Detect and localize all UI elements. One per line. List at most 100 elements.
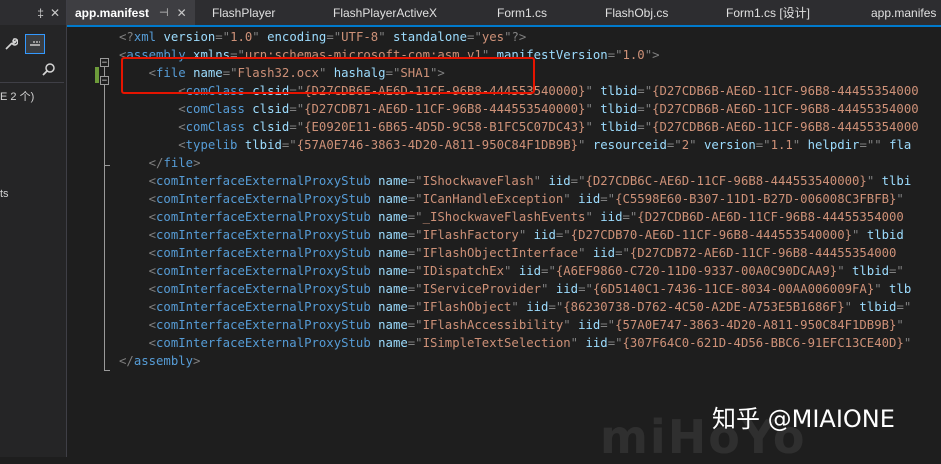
code-line[interactable]: <comInterfaceExternalProxyStub name="IFl… (119, 316, 911, 334)
code-line[interactable]: <typelib tlbid="{57A0E746-3863-4D20-A811… (119, 136, 911, 154)
code-token: comInterfaceExternalProxyStub (156, 192, 371, 206)
pin-icon[interactable]: ⊣ (159, 6, 169, 19)
code-token: " (578, 246, 593, 260)
tab-app-manifest[interactable]: app.manifest ⊣ ✕ (67, 0, 195, 25)
code-token: =" (289, 120, 305, 134)
code-token: fla (889, 138, 912, 152)
code-token: resourceid (592, 138, 667, 152)
tab-app-manifest-2[interactable]: app.manifes (871, 0, 936, 25)
code-token: 2 (681, 138, 690, 152)
collapse-icon[interactable]: − (100, 58, 109, 68)
code-line[interactable]: <comInterfaceExternalProxyStub name="ISi… (119, 334, 919, 352)
code-token: " (585, 210, 601, 224)
code-token: > (193, 354, 201, 368)
code-token: "> (644, 48, 660, 62)
code-token: {307F64C0-621D-4D56-BBC6-91EFC13CE40D} (622, 336, 904, 350)
code-token: UTF-8 (341, 30, 379, 44)
code-token: {E0920E11-6B65-4D5D-9C58-B1FC5C07DC43} (304, 120, 586, 134)
code-token: name (378, 336, 408, 350)
code-line[interactable]: <comInterfaceExternalProxyStub name="_IS… (119, 208, 904, 226)
code-token: =" (215, 30, 231, 44)
code-token: =" (607, 336, 623, 350)
solution-explorer-panel: ‡ ✕ E 2 个) ts (0, 0, 67, 457)
dash-toggle-icon[interactable] (25, 34, 45, 54)
code-token: comInterfaceExternalProxyStub (156, 246, 371, 260)
pin-icon[interactable]: ‡ (37, 6, 44, 20)
code-token: {6D5140C1-7436-11CE-8034-00AA006009FA} (592, 282, 875, 296)
code-token: IFlashAccessibility (422, 318, 564, 332)
tab-label: app.manifes (871, 5, 937, 20)
code-token: " (837, 264, 852, 278)
tab-label: FlashPlayerActiveX (333, 5, 438, 20)
code-line[interactable]: <comInterfaceExternalProxyStub name="IFl… (119, 226, 904, 244)
tab-flashobj-cs[interactable]: FlashObj.cs (605, 0, 668, 25)
panel-toolbar (2, 33, 46, 55)
code-token: <? (119, 30, 134, 44)
code-token: comInterfaceExternalProxyStub (156, 210, 371, 224)
code-token: name (378, 300, 408, 314)
tab-flashplayeractivex[interactable]: FlashPlayerActiveX (333, 0, 437, 25)
code-token: " (585, 120, 601, 134)
code-token: comInterfaceExternalProxyStub (156, 318, 371, 332)
tree-item-text[interactable]: E 2 个) (0, 88, 34, 104)
code-line[interactable]: <?xml version="1.0" encoding="UTF-8" sta… (119, 28, 526, 46)
code-line[interactable]: <comClass clsid="{E0920E11-6B65-4D5D-9C5… (119, 118, 919, 136)
code-token: " (585, 102, 601, 116)
code-token: =" (281, 138, 297, 152)
code-token: " (896, 192, 912, 206)
code-token: iid (548, 174, 571, 188)
code-line[interactable]: </file> (119, 154, 201, 172)
code-token: < (148, 246, 157, 260)
code-token: name (378, 318, 408, 332)
tab-label: FlashPlayer (212, 5, 276, 20)
tab-form1-cs[interactable]: Form1.cs (497, 0, 547, 25)
code-token: {D27CDB6D-AE6D-11CF-96B8-44455354000 (637, 210, 904, 224)
code-token: < (148, 192, 157, 206)
search-icon[interactable] (42, 62, 56, 80)
code-token: =" (600, 192, 616, 206)
code-line[interactable]: <comInterfaceExternalProxyStub name="IFl… (119, 298, 912, 316)
code-token: {D27CDB6B-AE6D-11CF-96B8-44455354000 (652, 120, 919, 134)
code-token: " (844, 300, 860, 314)
code-token: =" (859, 138, 875, 152)
code-line[interactable]: </assembly> (119, 352, 200, 370)
collapse-icon[interactable]: − (100, 76, 109, 86)
code-line[interactable]: <comInterfaceExternalProxyStub name="IDi… (119, 262, 904, 280)
tab-form1-designer[interactable]: Form1.cs [设计] (726, 0, 810, 25)
code-token: =" (637, 84, 653, 98)
tree-item-text[interactable]: ts (0, 188, 9, 200)
code-token: comInterfaceExternalProxyStub (156, 174, 371, 188)
change-indicator (95, 67, 99, 83)
code-token: version (163, 30, 216, 44)
wrench-icon[interactable] (2, 35, 20, 53)
code-token: =" (548, 300, 564, 314)
code-token: standalone (393, 30, 468, 44)
fold-guide (104, 85, 105, 160)
panel-search-box[interactable] (0, 60, 64, 83)
code-token: iid (533, 228, 556, 242)
code-token: 1.1 (770, 138, 793, 152)
code-token: {C5598E60-B307-11D1-B27D-006008C3FBFB} (615, 192, 897, 206)
code-token: =" (637, 102, 653, 116)
code-token: =" (407, 318, 423, 332)
close-icon[interactable]: ✕ (50, 6, 60, 20)
code-token: =" (407, 210, 423, 224)
code-token: =" (637, 120, 653, 134)
code-line[interactable]: <comInterfaceExternalProxyStub name="ISe… (119, 280, 912, 298)
code-token: =" (407, 336, 423, 350)
code-line[interactable]: <comInterfaceExternalProxyStub name="ISh… (119, 172, 912, 190)
code-line[interactable]: <comInterfaceExternalProxyStub name="IFl… (119, 244, 897, 262)
code-token: =" (326, 30, 342, 44)
code-token: _IShockwaveFlashEvents (422, 210, 586, 224)
code-token: =" (407, 246, 423, 260)
code-token: =" (541, 264, 556, 278)
code-token: " (792, 138, 808, 152)
code-token: < (148, 318, 157, 332)
code-token: =" (289, 102, 305, 116)
close-icon[interactable]: ✕ (177, 6, 187, 20)
tab-flashplayer[interactable]: FlashPlayer (212, 0, 275, 25)
code-line[interactable]: <comInterfaceExternalProxyStub name="ICa… (119, 190, 911, 208)
code-line[interactable]: <comClass clsid="{D27CDB71-AE6D-11CF-96B… (119, 100, 918, 118)
